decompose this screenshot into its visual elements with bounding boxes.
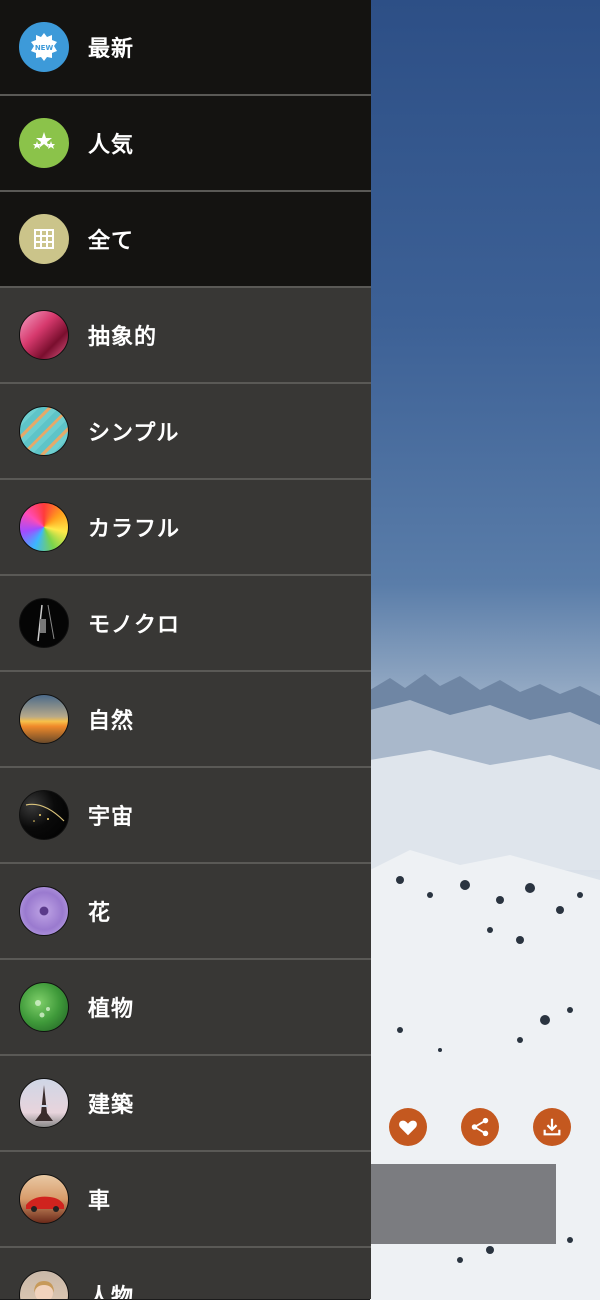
drawer-item-car[interactable]: 車 [0, 1152, 371, 1248]
drawer-item-all[interactable]: 全て [0, 192, 371, 288]
nature-thumbnail [19, 694, 69, 744]
heart-icon [399, 1120, 417, 1136]
drawer-item-space[interactable]: 宇宙 [0, 768, 371, 864]
space-thumbnail [19, 790, 69, 840]
plant-thumbnail [19, 982, 69, 1032]
drawer-item-person[interactable]: 人物 [0, 1248, 371, 1299]
drawer-item-nature[interactable]: 自然 [0, 672, 371, 768]
grid-icon [19, 214, 69, 264]
drawer-item-label: シンプル [88, 421, 180, 446]
new-badge-icon: NEW [19, 22, 69, 72]
drawer-item-label: 人気 [88, 133, 135, 158]
colorful-thumbnail [19, 502, 69, 552]
drawer-item-abstract[interactable]: 抽象的 [0, 288, 371, 384]
download-icon [543, 1118, 561, 1136]
drawer-item-label: 抽象的 [88, 325, 158, 350]
drawer-item-plant[interactable]: 植物 [0, 960, 371, 1056]
share-button[interactable] [461, 1108, 499, 1146]
drawer-item-flower[interactable]: 花 [0, 864, 371, 960]
drawer-item-monochrome[interactable]: モノクロ [0, 576, 371, 672]
download-button[interactable] [533, 1108, 571, 1146]
car-thumbnail [19, 1174, 69, 1224]
drawer-item-label: 植物 [88, 997, 135, 1022]
architecture-thumbnail [19, 1078, 69, 1128]
new-badge-text: NEW [35, 44, 54, 52]
drawer-item-label: 宇宙 [88, 805, 135, 830]
person-thumbnail [19, 1270, 69, 1299]
drawer-item-label: 車 [88, 1189, 112, 1214]
stars-icon [19, 118, 69, 168]
abstract-thumbnail [19, 310, 69, 360]
category-drawer: NEW 最新 人気 全て 抽象的 シンプル カラフル モノクロ 自然 宇宙 花 … [0, 0, 371, 1299]
drawer-item-architecture[interactable]: 建築 [0, 1056, 371, 1152]
drawer-item-label: 建築 [88, 1093, 135, 1118]
wallpaper-action-bar [372, 1096, 600, 1164]
drawer-item-label: 自然 [88, 709, 135, 734]
drawer-item-latest[interactable]: NEW 最新 [0, 0, 371, 96]
drawer-item-label: 最新 [88, 37, 135, 62]
drawer-item-popular[interactable]: 人気 [0, 96, 371, 192]
drawer-item-label: 花 [88, 901, 112, 926]
drawer-item-label: 全て [88, 229, 135, 254]
simple-thumbnail [19, 406, 69, 456]
ad-banner-placeholder[interactable] [371, 1164, 556, 1244]
drawer-item-simple[interactable]: シンプル [0, 384, 371, 480]
share-icon [471, 1117, 489, 1137]
drawer-item-label: モノクロ [88, 613, 181, 638]
favorite-button[interactable] [389, 1108, 427, 1146]
monochrome-thumbnail [19, 598, 69, 648]
drawer-item-label: 人物 [88, 1285, 135, 1299]
drawer-item-colorful[interactable]: カラフル [0, 480, 371, 576]
drawer-item-label: カラフル [88, 517, 181, 542]
flower-thumbnail [19, 886, 69, 936]
